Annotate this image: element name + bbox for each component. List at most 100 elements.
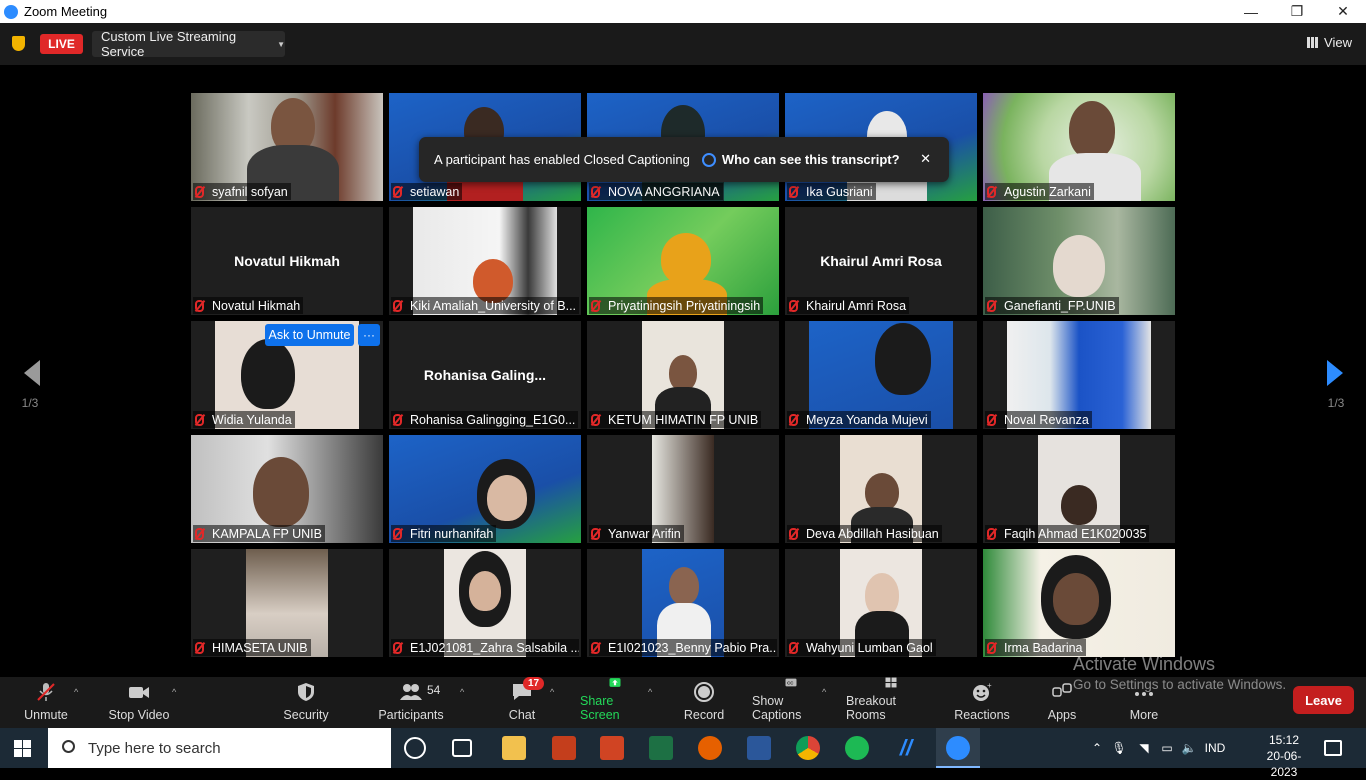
cortana-circle-icon[interactable] bbox=[404, 737, 426, 759]
participant-tile[interactable]: syafnil sofyan bbox=[191, 93, 383, 201]
participant-tile[interactable]: Khairul Amri Rosa Khairul Amri Rosa bbox=[785, 207, 977, 315]
breakout-rooms-label: Breakout Rooms bbox=[846, 694, 897, 722]
svg-text:+: + bbox=[987, 682, 992, 690]
smiley-face-icon: + bbox=[973, 682, 992, 701]
muted-mic-icon bbox=[789, 641, 798, 654]
muted-mic-icon bbox=[393, 299, 402, 312]
muted-mic-icon bbox=[789, 413, 798, 426]
arrow-left-icon[interactable] bbox=[24, 360, 40, 386]
participant-tile[interactable]: Deva Abdillah Hasibuan bbox=[785, 435, 977, 543]
participant-tile[interactable]: E1J021081_Zahra Salsabila ... bbox=[389, 549, 581, 657]
view-button[interactable]: View bbox=[1307, 35, 1352, 50]
participant-tile[interactable]: Faqih Ahmad E1K020035 bbox=[983, 435, 1175, 543]
participant-tile[interactable]: KETUM HIMATIN FP UNIB bbox=[587, 321, 779, 429]
participant-tile[interactable]: Noval Revanza bbox=[983, 321, 1175, 429]
participants-options-chevron-icon[interactable]: ^ bbox=[460, 687, 464, 697]
grid-view-icon bbox=[1307, 37, 1319, 48]
spotify-icon[interactable] bbox=[845, 736, 869, 760]
reactions-label: Reactions bbox=[954, 708, 1010, 722]
participant-more-options-button[interactable]: ··· bbox=[358, 324, 380, 346]
record-button[interactable]: Record bbox=[684, 677, 724, 728]
muted-mic-icon bbox=[987, 641, 996, 654]
participant-tile[interactable]: Ganefianti_FP.UNIB bbox=[983, 207, 1175, 315]
participant-name: NOVA ANGGRIANA bbox=[608, 184, 720, 199]
breakout-rooms-button[interactable]: Breakout Rooms bbox=[846, 677, 936, 728]
video-options-chevron-icon[interactable]: ^ bbox=[172, 687, 176, 697]
zoom-taskbar-item[interactable] bbox=[936, 728, 980, 768]
notification-center-icon[interactable] bbox=[1324, 740, 1342, 756]
muted-mic-icon bbox=[789, 299, 798, 312]
participant-tile[interactable]: Kiki Amaliah_University of B... bbox=[389, 207, 581, 315]
live-badge[interactable]: LIVE bbox=[40, 34, 83, 54]
participant-tile[interactable]: KAMPALA FP UNIB bbox=[191, 435, 383, 543]
share-screen-button[interactable]: Share Screen bbox=[580, 677, 650, 728]
tray-chevron-up-icon[interactable]: ⌃ bbox=[1092, 741, 1106, 755]
participant-tile[interactable]: Fitri nurhanifah bbox=[389, 435, 581, 543]
record-label: Record bbox=[683, 708, 725, 722]
file-explorer-icon[interactable] bbox=[502, 736, 526, 760]
participant-tile[interactable]: Novatul Hikmah Novatul Hikmah bbox=[191, 207, 383, 315]
close-button[interactable]: ✕ bbox=[1320, 0, 1366, 23]
participant-tile[interactable]: Irma Badarina bbox=[983, 549, 1175, 657]
participant-tile[interactable]: Wahyuni Lumban Gaol bbox=[785, 549, 977, 657]
unmute-label: Unmute bbox=[24, 708, 68, 722]
close-notification-icon[interactable]: ✕ bbox=[920, 151, 931, 167]
stop-video-button[interactable]: Stop Video bbox=[108, 677, 170, 728]
participant-name-label: Ika Gusriani bbox=[787, 183, 876, 200]
muted-mic-icon bbox=[195, 527, 204, 540]
taskbar-clock[interactable]: 15:12 20-06-2023 bbox=[1254, 732, 1314, 780]
arrow-right-icon[interactable] bbox=[1327, 360, 1343, 386]
participant-name-label: KAMPALA FP UNIB bbox=[193, 525, 325, 542]
chrome-icon[interactable] bbox=[796, 736, 820, 760]
participant-tile[interactable]: Agustin Zarkani bbox=[983, 93, 1175, 201]
participants-label: Participants bbox=[378, 708, 444, 722]
apps-label: Apps bbox=[1047, 708, 1077, 722]
participant-name: setiawan bbox=[410, 184, 460, 199]
participant-tile[interactable]: Meyza Yoanda Mujevi bbox=[785, 321, 977, 429]
app-slash-icon[interactable]: // bbox=[894, 736, 918, 760]
participant-name: Ganefianti_FP.UNIB bbox=[1004, 298, 1116, 313]
minimize-button[interactable]: — bbox=[1228, 0, 1274, 23]
next-page-control[interactable]: 1/3 bbox=[1321, 360, 1351, 410]
audio-options-chevron-icon[interactable]: ^ bbox=[74, 687, 78, 697]
tray-language[interactable]: IND bbox=[1200, 741, 1230, 755]
firefox-icon[interactable] bbox=[698, 736, 722, 760]
captions-options-chevron-icon[interactable]: ^ bbox=[822, 687, 826, 697]
tray-network-icon[interactable]: ◥ bbox=[1132, 741, 1156, 755]
unmute-button[interactable]: Unmute bbox=[24, 677, 68, 728]
tray-volume-icon[interactable]: 🔈 bbox=[1178, 741, 1200, 755]
clock-date: 20-06-2023 bbox=[1266, 749, 1302, 779]
participant-tile[interactable]: E1I021023_Benny Pabio Pra... bbox=[587, 549, 779, 657]
page-indicator-left: 1/3 bbox=[21, 396, 39, 410]
excel-icon[interactable] bbox=[649, 736, 673, 760]
windows-start-icon[interactable] bbox=[14, 740, 31, 757]
chat-button[interactable]: 17 Chat bbox=[507, 677, 545, 728]
task-view-icon[interactable] bbox=[452, 739, 472, 757]
taskbar-search-box[interactable]: Type here to search bbox=[48, 728, 391, 768]
ask-to-unmute-button[interactable]: Ask to Unmute bbox=[265, 324, 354, 346]
share-options-chevron-icon[interactable]: ^ bbox=[648, 687, 652, 697]
chat-options-chevron-icon[interactable]: ^ bbox=[550, 687, 554, 697]
security-shield-icon[interactable] bbox=[12, 36, 25, 51]
stream-service-dropdown[interactable]: Custom Live Streaming Service ▼ bbox=[92, 29, 285, 59]
prev-page-control[interactable]: 1/3 bbox=[15, 360, 45, 410]
word-icon[interactable] bbox=[747, 736, 771, 760]
powerpoint-icon[interactable] bbox=[600, 736, 624, 760]
maximize-button[interactable]: ❐ bbox=[1274, 0, 1320, 23]
acrobat-reader-icon[interactable] bbox=[552, 736, 576, 760]
participants-button[interactable]: 54 Participants bbox=[378, 677, 444, 728]
participant-tile[interactable]: Rohanisa Galing... Rohanisa Galingging_E… bbox=[389, 321, 581, 429]
tray-microphone-icon[interactable]: 🎙 bbox=[1106, 741, 1132, 755]
transcript-visibility-link[interactable]: Who can see this transcript? bbox=[722, 152, 900, 167]
participant-name: Agustin Zarkani bbox=[1004, 184, 1091, 199]
tray-battery-icon[interactable]: ▭ bbox=[1156, 741, 1178, 755]
participant-tile[interactable]: Yanwar Arifin bbox=[587, 435, 779, 543]
reactions-button[interactable]: + Reactions bbox=[954, 677, 1010, 728]
leave-button[interactable]: Leave bbox=[1293, 686, 1354, 714]
muted-mic-icon bbox=[393, 413, 402, 426]
show-captions-button[interactable]: CC Show Captions bbox=[752, 677, 830, 728]
participant-face bbox=[661, 233, 711, 285]
security-button[interactable]: Security bbox=[283, 677, 329, 728]
participant-tile[interactable]: HIMASETA UNIB bbox=[191, 549, 383, 657]
participant-tile[interactable]: Priyatiningsih Priyatiningsih bbox=[587, 207, 779, 315]
